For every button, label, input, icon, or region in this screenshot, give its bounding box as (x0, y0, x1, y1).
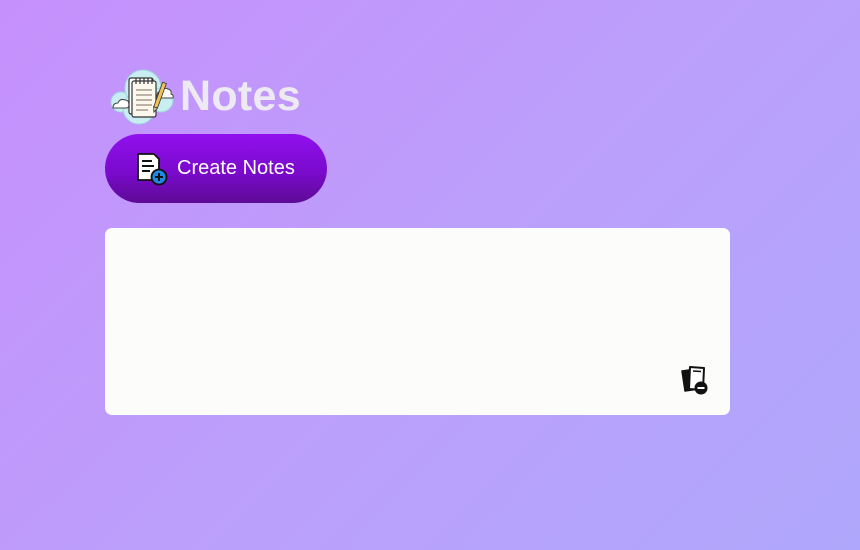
note-card (105, 228, 730, 415)
delete-note-button[interactable] (678, 361, 714, 397)
notepad-cloud-icon (110, 69, 174, 125)
note-text-input[interactable] (105, 228, 730, 415)
create-notes-label: Create Notes (177, 157, 295, 179)
document-add-icon (137, 152, 168, 185)
delete-note-icon (681, 366, 708, 395)
notes-app: Notes Create Notes (105, 66, 730, 415)
header: Notes (105, 66, 730, 126)
create-notes-button[interactable]: Create Notes (105, 134, 327, 203)
page-title: Notes (180, 71, 301, 120)
